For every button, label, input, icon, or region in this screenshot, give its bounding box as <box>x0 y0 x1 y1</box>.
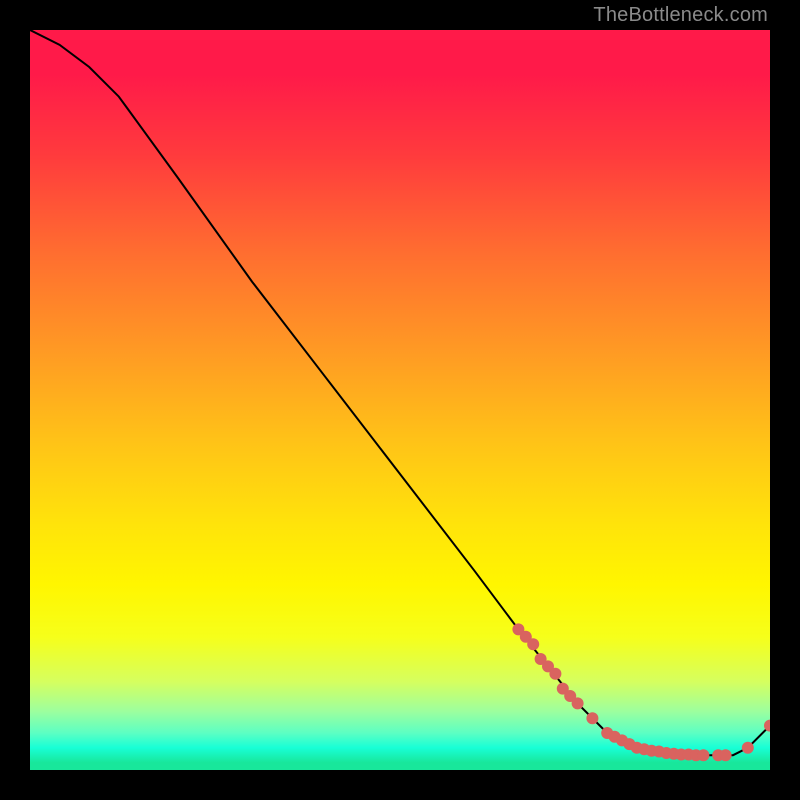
highlight-dot <box>586 712 598 724</box>
plot-area <box>30 30 770 770</box>
highlight-dot <box>572 697 584 709</box>
highlight-dot <box>527 638 539 650</box>
highlight-dot <box>720 749 732 761</box>
dots-layer-svg <box>30 30 770 770</box>
attribution-label: TheBottleneck.com <box>593 4 768 27</box>
chart-stage: TheBottleneck.com <box>0 0 800 800</box>
highlight-dot <box>742 742 754 754</box>
highlight-dot <box>764 720 770 732</box>
highlight-dot <box>697 749 709 761</box>
highlight-dot <box>549 668 561 680</box>
